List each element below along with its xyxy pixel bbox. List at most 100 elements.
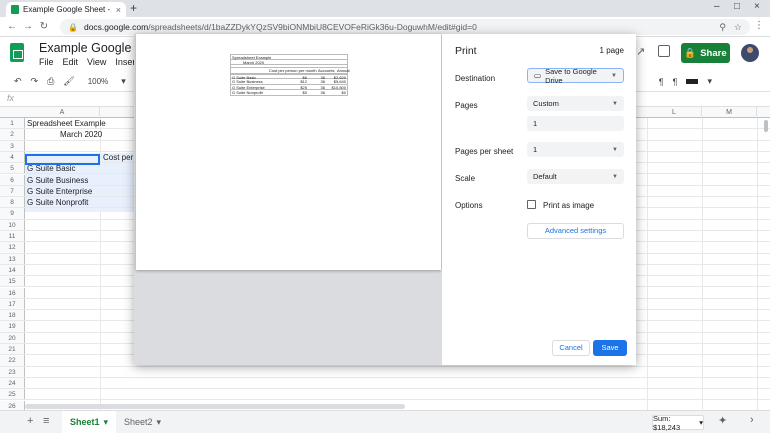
- chevron-down-icon: ▼: [612, 146, 618, 153]
- share-button[interactable]: 🔒 Share: [681, 43, 730, 63]
- chevron-down-icon: ▼: [612, 173, 618, 180]
- maximize-icon[interactable]: □: [734, 1, 740, 12]
- menu-edit[interactable]: Edit: [63, 57, 79, 67]
- sheets-logo-icon[interactable]: [10, 43, 24, 62]
- row-number[interactable]: 5: [0, 163, 25, 174]
- scale-label: Scale: [455, 174, 476, 183]
- row-number[interactable]: 8: [0, 197, 25, 208]
- cell-a2[interactable]: March 2020: [60, 129, 102, 139]
- print-preview-area: Spreadsheet Example March 2020 Cost per …: [134, 34, 442, 365]
- row-number[interactable]: 25: [0, 389, 25, 400]
- new-tab-button[interactable]: +: [130, 1, 137, 15]
- trend-icon[interactable]: ↗: [636, 45, 645, 58]
- zoom-select[interactable]: 100%: [84, 77, 112, 86]
- chevron-down-icon: ▾: [156, 416, 162, 427]
- row-number[interactable]: 11: [0, 231, 25, 242]
- chevron-down-icon: ▼: [611, 72, 617, 79]
- scale-select[interactable]: Default ▼: [527, 169, 624, 184]
- cancel-button[interactable]: Cancel: [552, 340, 590, 356]
- paragraph-icon[interactable]: ¶: [659, 77, 664, 87]
- add-sheet-icon[interactable]: +: [27, 415, 33, 427]
- row-number[interactable]: 13: [0, 253, 25, 264]
- avatar[interactable]: [741, 44, 759, 62]
- redo-icon[interactable]: ↷: [31, 76, 39, 87]
- scale-value: Default: [533, 172, 557, 181]
- sum-indicator[interactable]: Sum: $18,243 ▾: [652, 414, 704, 432]
- url-input[interactable]: 🔒 docs.google.com/spreadsheets/d/1baZZDy…: [60, 19, 750, 35]
- cell-a7[interactable]: G Suite Enterprise: [27, 186, 92, 196]
- row-number[interactable]: 23: [0, 366, 25, 377]
- row-number[interactable]: 18: [0, 310, 25, 321]
- row-number[interactable]: 9: [0, 208, 25, 219]
- vertical-scrollbar[interactable]: [764, 120, 768, 132]
- bookmark-star-icon[interactable]: ☆: [734, 22, 742, 33]
- comment-icon[interactable]: [658, 45, 670, 57]
- print-as-image-label[interactable]: Print as image: [543, 201, 594, 210]
- grid-row: 23: [0, 366, 770, 378]
- destination-select[interactable]: ▭ Save to Google Drive ▼: [527, 67, 624, 85]
- row-number[interactable]: 2: [0, 129, 25, 140]
- preview-cell-name: G Suite Nonprofit: [232, 90, 263, 95]
- row-number[interactable]: 15: [0, 276, 25, 287]
- window-close-icon[interactable]: ×: [754, 1, 760, 12]
- active-cell[interactable]: [25, 154, 100, 165]
- print-icon[interactable]: ⎙: [47, 76, 54, 87]
- menu-view[interactable]: View: [87, 57, 106, 67]
- paint-format-icon[interactable]: 🖌: [63, 76, 74, 87]
- row-number[interactable]: 1: [0, 118, 25, 129]
- row-number[interactable]: 6: [0, 174, 25, 185]
- print-as-image-checkbox[interactable]: [527, 200, 536, 209]
- minimize-icon[interactable]: –: [714, 1, 720, 12]
- row-number[interactable]: 21: [0, 344, 25, 355]
- cell-a6[interactable]: G Suite Business: [27, 175, 88, 185]
- row-number[interactable]: 22: [0, 355, 25, 366]
- undo-icon[interactable]: ↶: [14, 76, 22, 87]
- horizontal-scrollbar[interactable]: [25, 404, 405, 409]
- column-header-m[interactable]: M: [702, 107, 757, 118]
- chevron-down-icon[interactable]: ▾: [121, 76, 126, 87]
- advanced-settings-button[interactable]: Advanced settings: [527, 223, 624, 239]
- row-number[interactable]: 19: [0, 321, 25, 332]
- cell-a8[interactable]: G Suite Nonprofit: [27, 197, 88, 207]
- explore-icon[interactable]: ✦: [718, 414, 727, 427]
- tab-close-icon[interactable]: ×: [116, 5, 121, 15]
- save-button[interactable]: Save: [593, 340, 627, 356]
- browser-menu-icon[interactable]: ⋮: [754, 20, 764, 31]
- chevron-down-icon[interactable]: ▾: [707, 76, 712, 87]
- color-swatch-icon[interactable]: [686, 79, 699, 84]
- back-icon[interactable]: ←: [4, 21, 20, 32]
- custom-pages-input[interactable]: 1: [527, 116, 624, 131]
- all-sheets-icon[interactable]: ≡: [43, 415, 49, 427]
- forward-icon[interactable]: →: [20, 21, 36, 32]
- menu-file[interactable]: File: [39, 57, 54, 67]
- sheet2-label: Sheet2: [124, 417, 153, 427]
- chevron-down-icon: ▾: [699, 418, 703, 427]
- row-number[interactable]: 3: [0, 140, 25, 151]
- tab-sheet2[interactable]: Sheet2 ▾: [116, 411, 169, 433]
- row-number[interactable]: 4: [0, 151, 25, 163]
- cell-a1[interactable]: Spreadsheet Example: [27, 118, 106, 128]
- reload-icon[interactable]: ↻: [36, 21, 52, 32]
- row-number[interactable]: 16: [0, 287, 25, 298]
- paragraph-rtl-icon[interactable]: ¶: [673, 77, 678, 87]
- column-header-l[interactable]: L: [647, 107, 702, 118]
- side-panel-icon[interactable]: ›: [750, 414, 754, 426]
- row-number[interactable]: 10: [0, 219, 25, 230]
- tab-sheet1[interactable]: Sheet1 ▾: [62, 411, 117, 433]
- pages-select[interactable]: Custom ▼: [527, 96, 624, 111]
- column-header-a[interactable]: A: [25, 107, 100, 118]
- options-label: Options: [455, 201, 483, 210]
- share-label: Share: [700, 47, 727, 59]
- row-number[interactable]: 26: [0, 400, 25, 410]
- row-number[interactable]: 24: [0, 377, 25, 389]
- row-number[interactable]: 17: [0, 298, 25, 310]
- row-number[interactable]: 7: [0, 185, 25, 197]
- destination-label: Destination: [455, 74, 496, 83]
- zoom-search-icon[interactable]: ⚲: [719, 22, 726, 33]
- row-number[interactable]: 20: [0, 332, 25, 343]
- row-number[interactable]: 14: [0, 264, 25, 276]
- preview-page: Spreadsheet Example March 2020 Cost per …: [136, 34, 441, 270]
- row-number[interactable]: 12: [0, 242, 25, 253]
- browser-tab[interactable]: Example Google Sheet - Google ×: [6, 2, 126, 17]
- pages-per-sheet-select[interactable]: 1 ▼: [527, 142, 624, 157]
